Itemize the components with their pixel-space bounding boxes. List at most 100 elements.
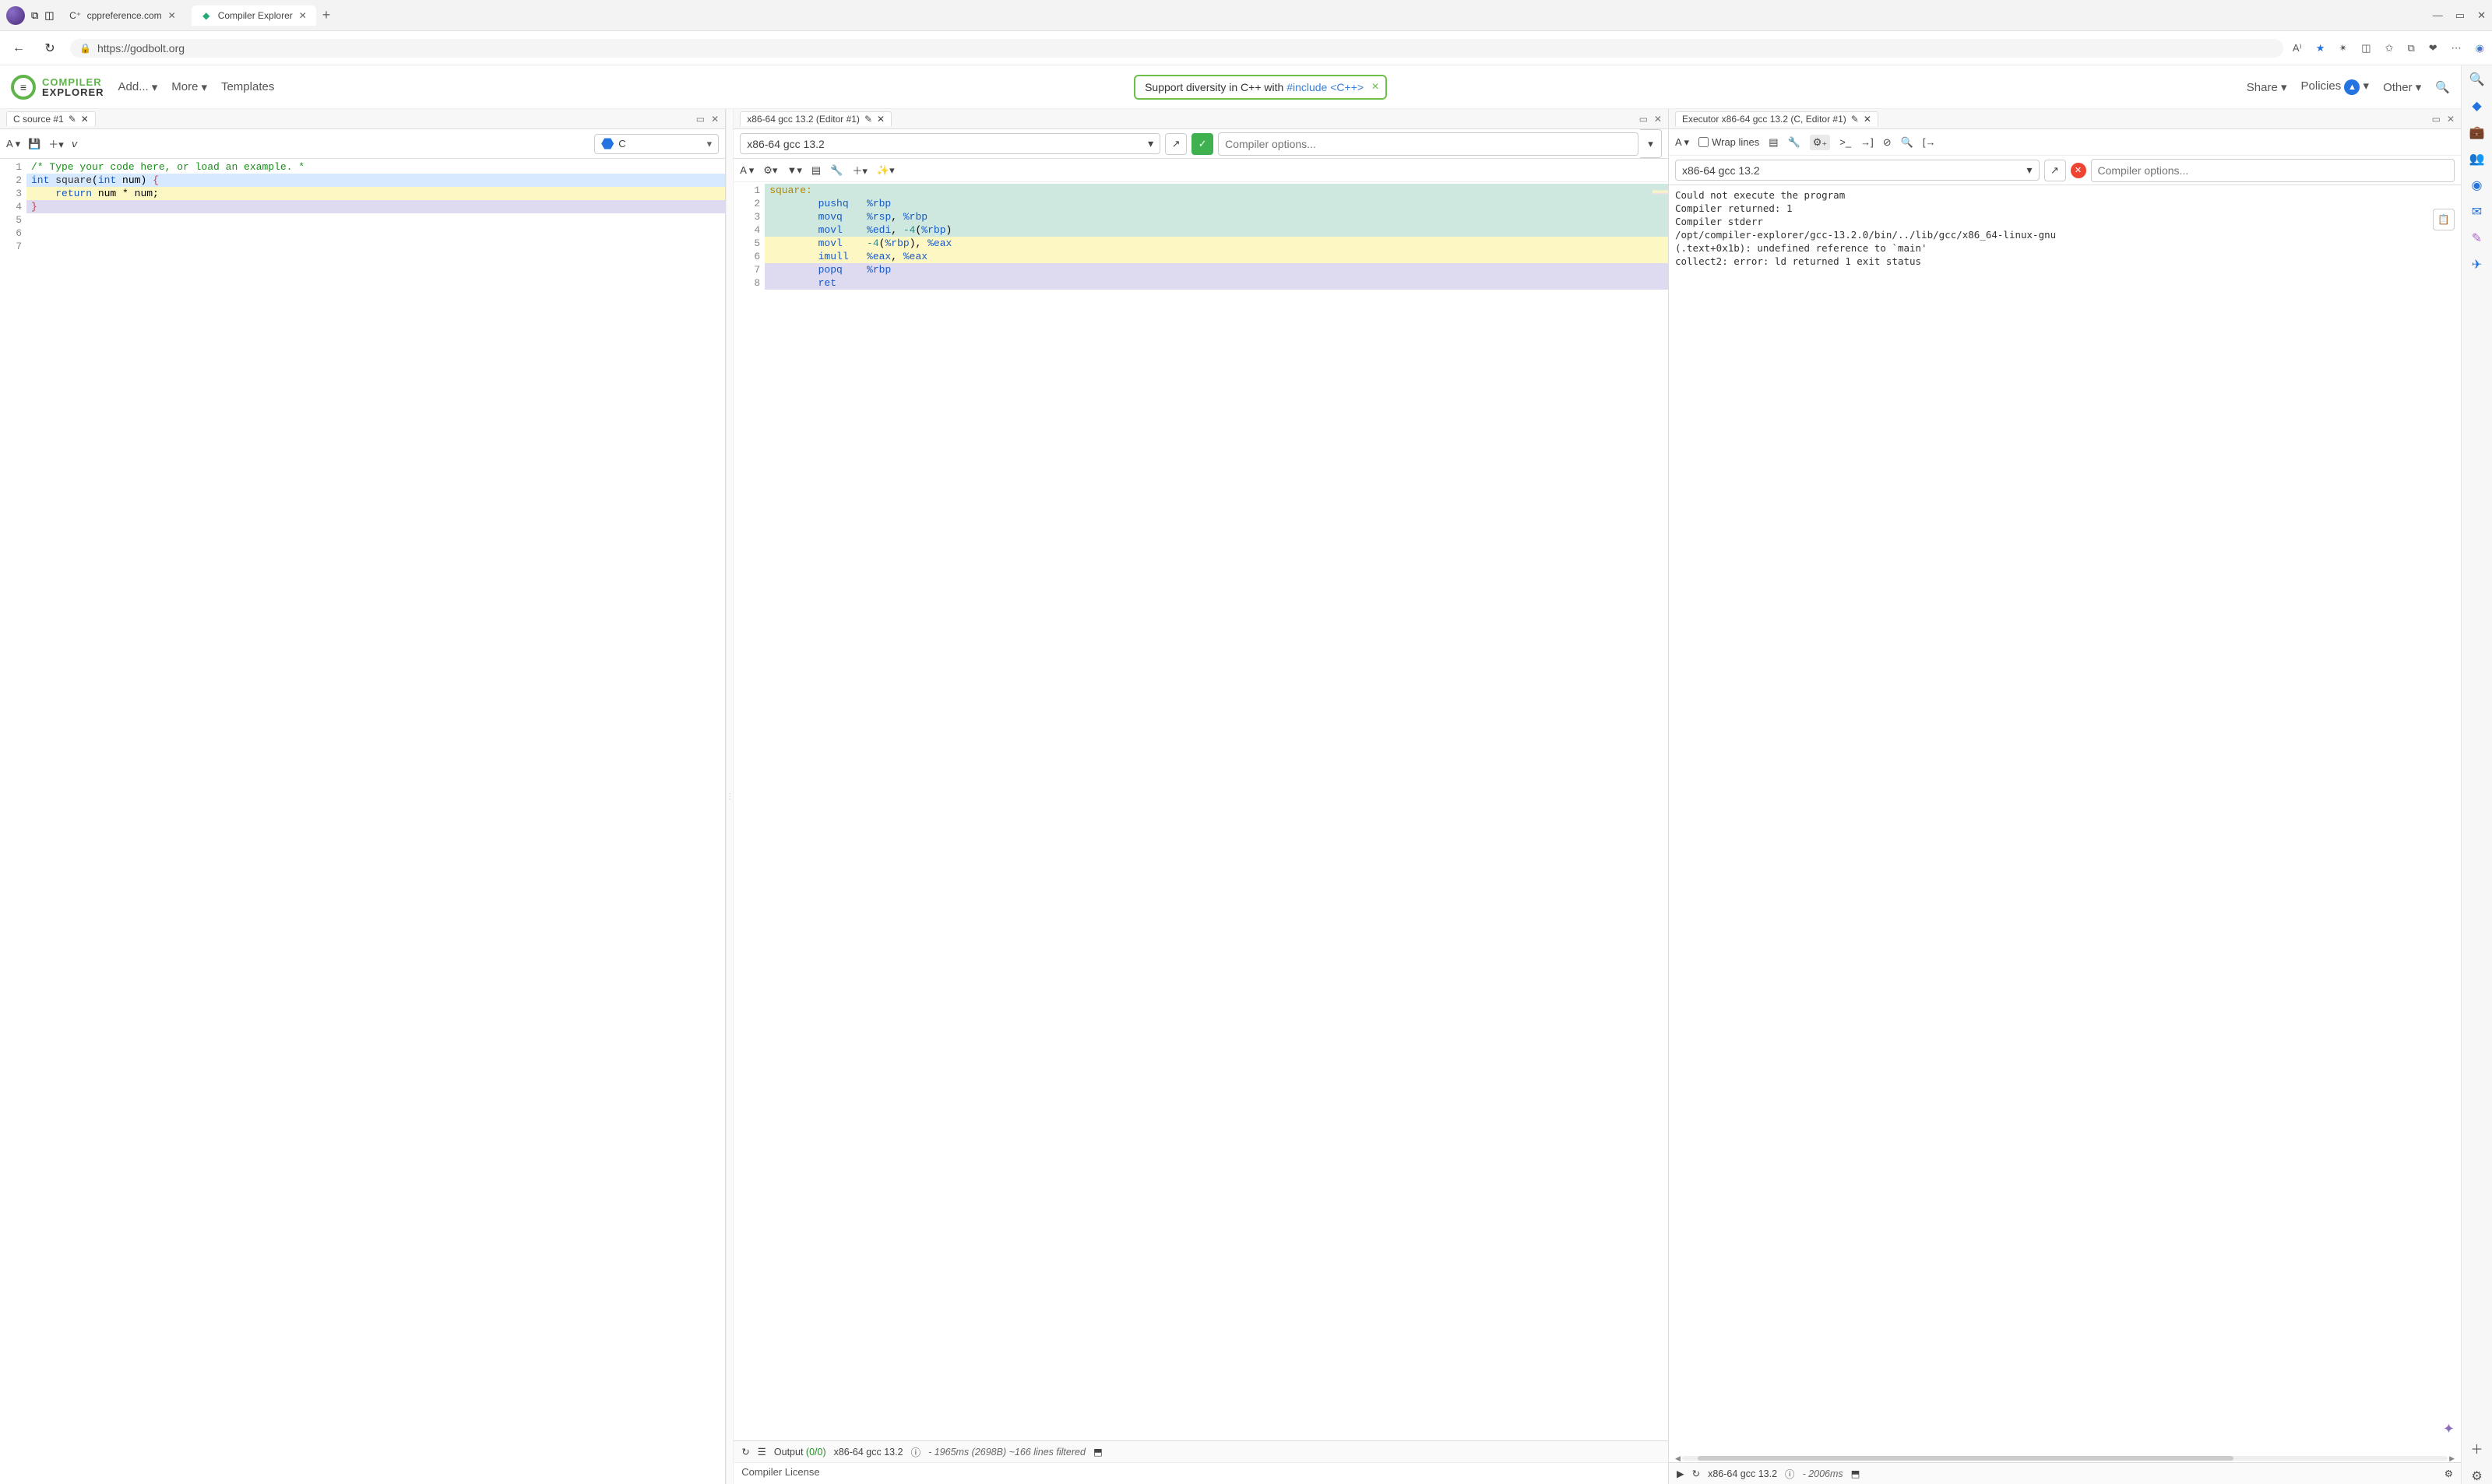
play-icon[interactable]: ▶ xyxy=(1677,1468,1684,1479)
sidebar-app-3[interactable]: ◉ xyxy=(2472,178,2483,193)
settings-icon[interactable]: ⚙ xyxy=(2444,1468,2453,1479)
close-icon[interactable]: ✕ xyxy=(81,114,89,125)
sidebar-settings-icon[interactable]: ⚙ xyxy=(2471,1468,2482,1484)
add-button[interactable]: ＋▾ xyxy=(48,136,64,151)
info-icon[interactable]: ⓘ xyxy=(1785,1466,1795,1481)
filter-button[interactable]: ▼▾ xyxy=(787,164,801,177)
close-icon[interactable]: ✕ xyxy=(1654,114,1662,125)
split-icon[interactable]: ◫ xyxy=(2361,42,2371,55)
browser-tab-1[interactable]: ◆ Compiler Explorer ✕ xyxy=(192,5,316,26)
favorite-icon[interactable]: ★ xyxy=(2316,42,2325,55)
profile-avatar[interactable] xyxy=(6,6,25,25)
browser-tab-0[interactable]: C⁺ cppreference.com ✕ xyxy=(61,5,185,26)
refresh-icon[interactable]: ↻ xyxy=(741,1446,749,1458)
source-editor[interactable]: 1234567 /* Type your code here, or load … xyxy=(0,159,725,1484)
zoom-button[interactable]: 🔍 xyxy=(1901,136,1913,149)
close-icon[interactable]: ✕ xyxy=(877,114,885,125)
menu-add[interactable]: Add... ▾ xyxy=(118,80,158,94)
search-icon[interactable]: 🔍 xyxy=(2469,72,2485,87)
gear-button[interactable]: ⚙▾ xyxy=(763,164,777,177)
compiler-options-input[interactable] xyxy=(1218,132,1638,156)
tab-actions-icon[interactable]: ◫ xyxy=(44,9,54,22)
read-aloud-icon[interactable]: A⁾ xyxy=(2293,42,2302,55)
workspaces-icon[interactable]: ⧉ xyxy=(31,9,38,22)
save-button[interactable]: 💾 xyxy=(28,138,40,150)
close-icon[interactable]: ✕ xyxy=(2447,114,2455,125)
compiler-tab[interactable]: x86-64 gcc 13.2 (Editor #1) ✎ ✕ xyxy=(740,111,892,126)
libraries-button[interactable]: ▤ xyxy=(811,164,821,177)
refresh-icon[interactable]: ↻ xyxy=(1692,1468,1700,1479)
menu-share[interactable]: Share ▾ xyxy=(2247,80,2287,94)
sidebar-app-5[interactable]: ✈ xyxy=(2472,257,2482,273)
brand[interactable]: COMPILER EXPLORER xyxy=(11,75,104,100)
font-button[interactable]: A ▾ xyxy=(740,164,754,177)
outlook-icon[interactable]: ✉ xyxy=(2472,204,2482,220)
compile-button[interactable]: ⚙₊ xyxy=(1810,135,1831,150)
vim-button[interactable]: 𝘷 xyxy=(72,138,78,150)
popout-button[interactable]: ↗ xyxy=(1165,133,1187,155)
wrap-lines-toggle[interactable]: Wrap lines xyxy=(1698,136,1759,148)
sidebar-app-2[interactable]: 👥 xyxy=(2469,151,2485,167)
sidebar-app-4[interactable]: ✎ xyxy=(2472,230,2482,246)
output-label[interactable]: Output (0/0) xyxy=(774,1447,826,1458)
menu-more[interactable]: More ▾ xyxy=(171,80,207,94)
new-tab-button[interactable]: + xyxy=(322,7,331,23)
bars-icon[interactable]: ☰ xyxy=(758,1446,766,1458)
minimap[interactable] xyxy=(1653,182,1668,1440)
pencil-icon[interactable]: ✎ xyxy=(69,114,76,125)
window-close[interactable]: ✕ xyxy=(2477,9,2486,22)
license-bar[interactable]: Compiler License xyxy=(734,1462,1668,1484)
favorites-bar-icon[interactable]: ✩ xyxy=(2385,42,2394,55)
popout-button[interactable]: [→ xyxy=(1923,136,1936,148)
menu-policies[interactable]: Policies ▲ ▾ xyxy=(2301,79,2370,95)
extensions-icon[interactable]: ✴ xyxy=(2339,42,2347,55)
executor-output[interactable]: 📋 Could not execute the programCompiler … xyxy=(1669,185,2461,1454)
add-button[interactable]: ＋▾ xyxy=(852,163,868,178)
libraries-button[interactable]: ▤ xyxy=(1769,136,1778,149)
wrench-button[interactable]: 🔧 xyxy=(1788,136,1800,149)
refresh-button[interactable]: ↻ xyxy=(39,40,61,56)
search-icon[interactable]: 🔍 xyxy=(2435,80,2450,94)
language-select[interactable]: C ▾ xyxy=(594,134,719,154)
stop-button[interactable]: ⊘ xyxy=(1883,136,1892,149)
performance-icon[interactable]: ❤ xyxy=(2429,42,2437,55)
options-dropdown[interactable]: ▾ xyxy=(1640,129,1662,158)
exec-options-input[interactable] xyxy=(2091,159,2455,182)
menu-templates[interactable]: Templates xyxy=(221,80,274,94)
maximize-icon[interactable]: ▭ xyxy=(2432,114,2441,125)
resize-handle[interactable]: ⋮ xyxy=(726,109,734,1484)
menu-other[interactable]: Other ▾ xyxy=(2383,80,2421,94)
close-icon[interactable]: ✕ xyxy=(711,114,719,125)
clipboard-icon[interactable]: 📋 xyxy=(2433,209,2455,230)
exec-compiler-select[interactable]: x86-64 gcc 13.2 ▾ xyxy=(1675,160,2040,181)
wrench-button[interactable]: 🔧 xyxy=(830,164,843,177)
chart-icon[interactable]: ⬒ xyxy=(1851,1468,1860,1479)
close-icon[interactable]: ✕ xyxy=(168,10,176,21)
url-input[interactable]: 🔒 https://godbolt.org xyxy=(70,39,2283,58)
chart-icon[interactable]: ⬒ xyxy=(1093,1446,1103,1458)
back-button[interactable]: ← xyxy=(8,41,30,55)
sidebar-app-1[interactable]: ◆ xyxy=(2472,98,2481,114)
maximize-icon[interactable]: ▭ xyxy=(1639,114,1648,125)
popout-button[interactable]: ↗ xyxy=(2044,160,2066,181)
wand-button[interactable]: ✨▾ xyxy=(877,164,895,177)
compiler-select[interactable]: x86-64 gcc 13.2 ▾ xyxy=(740,133,1160,154)
info-icon[interactable]: ⓘ xyxy=(911,1444,921,1459)
maximize-icon[interactable]: ▭ xyxy=(696,114,705,125)
terminal-button[interactable]: >_ xyxy=(1839,136,1851,148)
asm-editor[interactable]: 12345678 square: pushq %rbp movq %rsp, %… xyxy=(734,182,1668,1440)
close-icon[interactable]: ✕ xyxy=(1371,81,1379,92)
collections-icon[interactable]: ⧉ xyxy=(2407,42,2414,55)
source-tab[interactable]: C source #1 ✎ ✕ xyxy=(6,111,96,126)
more-icon[interactable]: ⋯ xyxy=(2452,42,2462,55)
pencil-icon[interactable]: ✎ xyxy=(864,114,872,125)
sparkle-icon[interactable]: ✦ xyxy=(2443,1421,2455,1437)
close-icon[interactable]: ✕ xyxy=(1864,114,1871,125)
args-button[interactable]: →] xyxy=(1860,136,1874,148)
close-icon[interactable]: ✕ xyxy=(299,10,307,21)
executor-tab[interactable]: Executor x86-64 gcc 13.2 (C, Editor #1) … xyxy=(1675,111,1878,126)
sponsor-banner[interactable]: Support diversity in C++ with #include <… xyxy=(1134,75,1387,100)
font-button[interactable]: A ▾ xyxy=(1675,136,1689,149)
window-maximize[interactable]: ▭ xyxy=(2455,9,2465,22)
window-minimize[interactable]: — xyxy=(2433,9,2443,22)
